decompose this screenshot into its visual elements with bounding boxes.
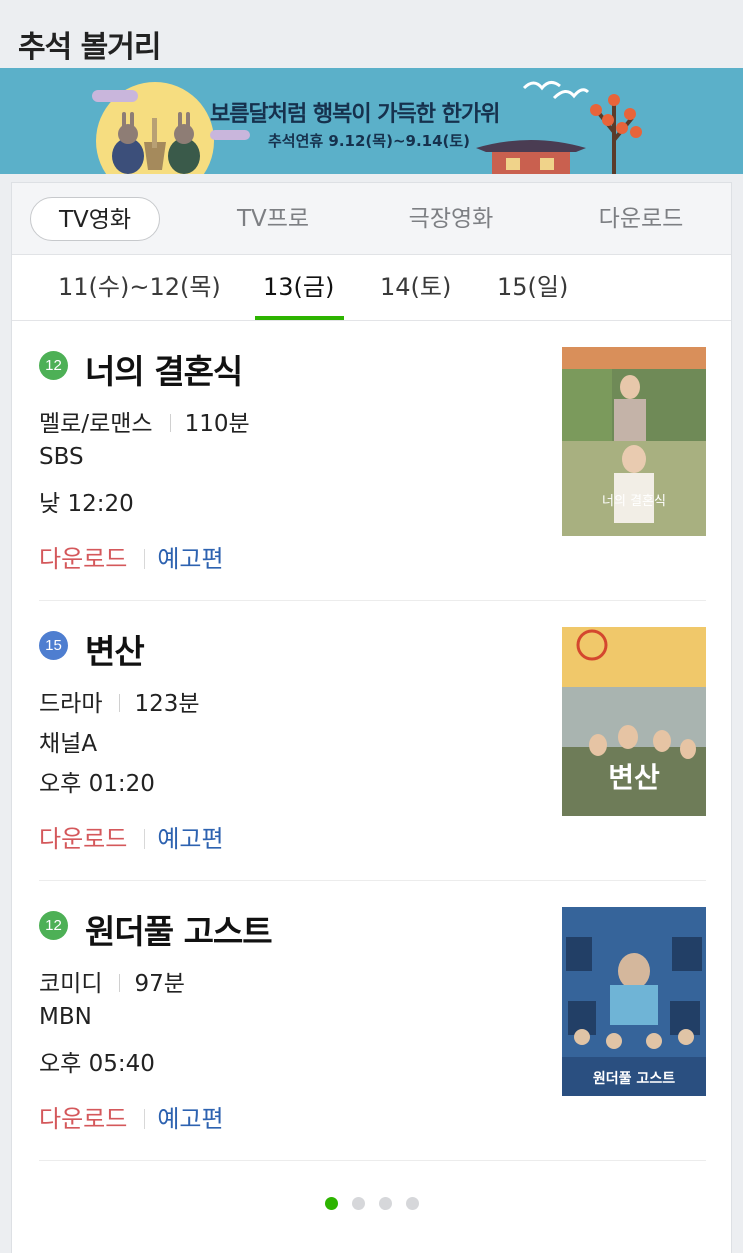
page-dot[interactable] (405, 1197, 419, 1210)
movie-airtime: 오후 01:20 (39, 771, 155, 797)
download-link[interactable]: 다운로드 (39, 1105, 127, 1133)
age-rating-badge: 15 (39, 631, 68, 660)
cloud-decoration (210, 130, 250, 140)
tv-schedule-card: TV영화 TV프로 극장영화 다운로드 11(수)~12(목) 13(금) 14… (11, 182, 732, 1253)
tab-day-13[interactable]: 13(금) (263, 267, 334, 302)
page-dot[interactable] (324, 1197, 338, 1210)
tab-day-15[interactable]: 15(일) (497, 267, 568, 302)
download-link[interactable]: 다운로드 (39, 825, 127, 853)
download-link[interactable]: 다운로드 (39, 545, 127, 573)
persimmon-tree-illustration (590, 94, 642, 174)
age-rating-badge: 12 (39, 911, 68, 940)
age-rating-badge: 12 (39, 351, 68, 380)
tab-tv-program[interactable]: TV프로 (208, 197, 338, 241)
chuseok-banner[interactable]: 보름달처럼 행복이 가득한 한가위 추석연휴 9.12(목)~9.14(토) (0, 68, 743, 174)
tab-theater-movie[interactable]: 극장영화 (386, 197, 516, 241)
movie-poster[interactable]: 너의 결혼식 (562, 347, 706, 536)
poster-image: 너의 결혼식 (562, 347, 706, 536)
poster-title-text: 너의 결혼식 (602, 494, 666, 509)
tab-day-14[interactable]: 14(토) (380, 267, 451, 302)
tab-tv-movie[interactable]: TV영화 (30, 197, 160, 241)
movie-runtime: 97분 (134, 971, 185, 997)
movie-meta: 드라마 123분 (39, 684, 200, 718)
movie-links: 다운로드 예고편 (39, 539, 224, 574)
poster-title-text: 원더풀 고스트 (593, 1071, 675, 1087)
movie-meta: 코미디 97분 (39, 964, 185, 998)
day-tabs: 11(수)~12(목) 13(금) 14(토) 15(일) (12, 255, 731, 321)
poster-image: 변산 (562, 627, 706, 816)
movie-channel: MBN (39, 1004, 92, 1030)
page-dot[interactable] (351, 1197, 365, 1210)
page-header: 추석 볼거리 (0, 0, 743, 68)
tab-day-11-12[interactable]: 11(수)~12(목) (58, 267, 221, 302)
movie-runtime: 123분 (134, 691, 200, 717)
movie-genre: 멜로/로맨스 (39, 411, 153, 437)
trailer-link[interactable]: 예고편 (157, 825, 223, 853)
movie-title[interactable]: 너의 결혼식 (85, 345, 243, 393)
movie-links: 다운로드 예고편 (39, 819, 224, 854)
movie-poster[interactable]: 변산 (562, 627, 706, 816)
poster-image: 원더풀 고스트 (562, 907, 706, 1096)
movie-title[interactable]: 변산 (85, 625, 145, 673)
movie-airtime: 오후 05:40 (39, 1051, 155, 1077)
movie-genre: 코미디 (39, 971, 103, 997)
movie-channel: 채널A (39, 731, 98, 757)
divider (144, 829, 146, 849)
hanok-house-illustration (476, 140, 586, 174)
page-indicator (12, 1195, 731, 1211)
movie-channel: SBS (39, 444, 84, 470)
movie-title[interactable]: 원더풀 고스트 (85, 905, 273, 953)
page-title: 추석 볼거리 (18, 30, 161, 65)
trailer-link[interactable]: 예고편 (157, 1105, 223, 1133)
page-dot[interactable] (378, 1197, 392, 1210)
movie-links: 다운로드 예고편 (39, 1099, 224, 1134)
category-tabs: TV영화 TV프로 극장영화 다운로드 (12, 183, 731, 255)
tab-download[interactable]: 다운로드 (576, 197, 706, 241)
banner-title: 보름달처럼 행복이 가득한 한가위 (210, 102, 500, 127)
banner-subtitle: 추석연휴 9.12(목)~9.14(토) (268, 132, 471, 150)
divider (169, 414, 171, 432)
movie-poster[interactable]: 원더풀 고스트 (562, 907, 706, 1096)
list-item: 15 변산 드라마 123분 채널A 오후 01:20 다운로드 예고편 변산 (39, 601, 706, 881)
divider (144, 549, 146, 569)
movie-runtime: 110분 (184, 411, 250, 437)
movie-genre: 드라마 (39, 691, 103, 717)
movie-meta: 멜로/로맨스 110분 (39, 404, 250, 438)
list-item: 12 너의 결혼식 멜로/로맨스 110분 SBS 낮 12:20 다운로드 예고편… (39, 321, 706, 601)
rabbits-illustration (112, 112, 200, 174)
movie-airtime: 낮 12:20 (39, 491, 134, 517)
divider (119, 694, 121, 712)
poster-title-text: 변산 (608, 761, 660, 794)
trailer-link[interactable]: 예고편 (157, 545, 223, 573)
divider (119, 974, 121, 992)
cloud-decoration (92, 90, 138, 102)
divider (144, 1109, 146, 1129)
list-item: 12 원더풀 고스트 코미디 97분 MBN 오후 05:40 다운로드 예고편 (39, 881, 706, 1161)
active-day-indicator (255, 316, 344, 320)
